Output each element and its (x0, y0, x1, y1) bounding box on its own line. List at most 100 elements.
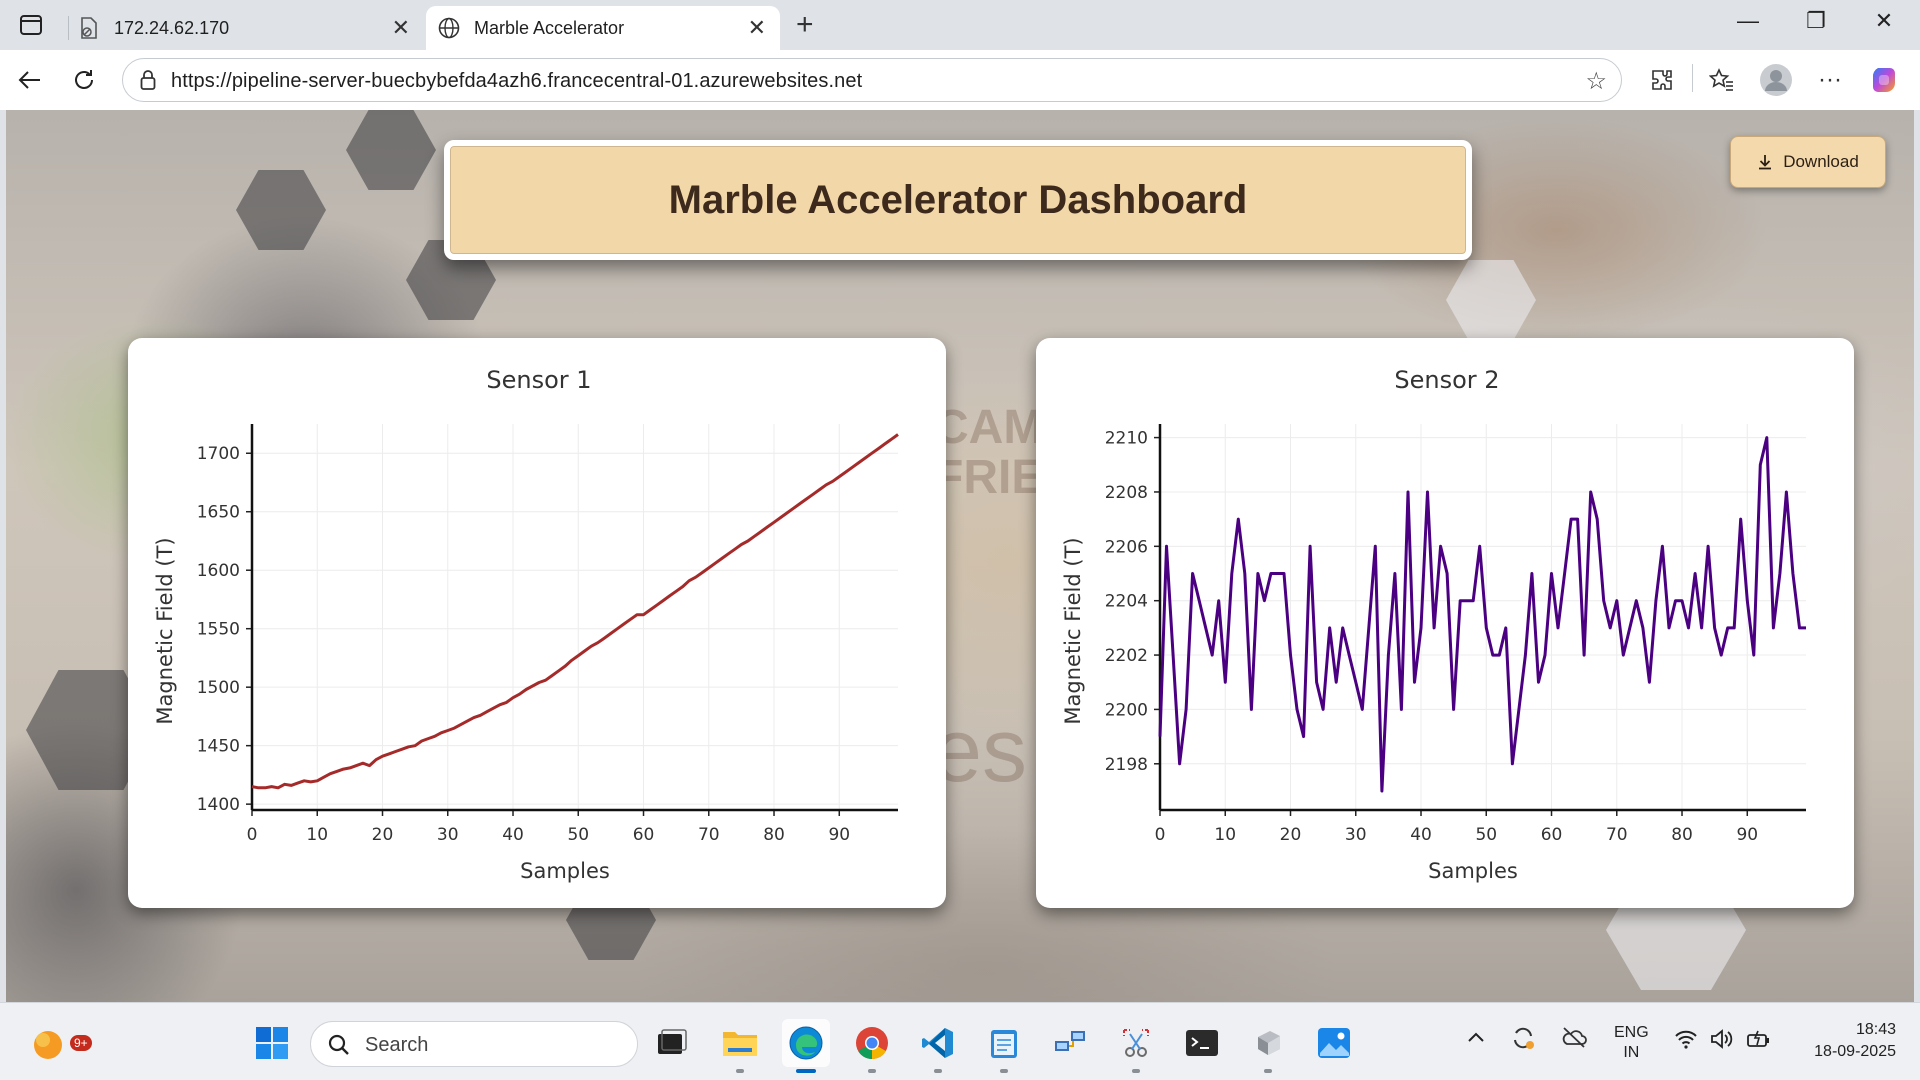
x-axis-label: Samples (1428, 859, 1518, 883)
browser-toolbar: https://pipeline-server-buecbybefda4azh6… (0, 50, 1920, 110)
favorite-star-icon[interactable]: ☆ (1585, 67, 1607, 96)
x-tick-label: 80 (763, 825, 785, 845)
background-hex (346, 110, 436, 190)
close-window-icon[interactable]: ✕ (1854, 8, 1914, 34)
globe-icon (438, 17, 460, 39)
y-tick-label: 1550 (197, 620, 240, 640)
notification-badge: 9+ (70, 1035, 92, 1051)
y-tick-label: 1400 (197, 795, 240, 815)
back-arrow-icon[interactable] (14, 64, 46, 96)
show-hidden-icons-icon[interactable] (1466, 1029, 1486, 1049)
sensor-2-chart-card: Sensor 2 0 10 20 30 40 50 60 70 80 90 2198 2200 2202 2… (1036, 338, 1854, 908)
device-icon[interactable] (1244, 1019, 1292, 1073)
file-explorer-icon[interactable] (716, 1019, 764, 1073)
y-axis-label: Magnetic Field (T) (153, 537, 177, 724)
x-tick-label: 30 (437, 825, 459, 845)
tab-ip-address[interactable]: 172.24.62.170 ✕ (68, 6, 424, 50)
more-options-icon[interactable]: ··· (1814, 64, 1846, 96)
minimize-icon[interactable]: — (1718, 8, 1778, 34)
x-tick-label: 20 (372, 825, 394, 845)
x-tick-label: 60 (1541, 825, 1563, 845)
widgets-icon[interactable]: 9+ (24, 1019, 92, 1067)
profile-avatar-icon[interactable] (1760, 64, 1792, 96)
chrome-icon[interactable] (848, 1019, 896, 1073)
copilot-icon[interactable] (1868, 64, 1900, 96)
x-tick-label: 0 (1155, 825, 1166, 845)
x-tick-label: 70 (698, 825, 720, 845)
y-tick-label: 1450 (197, 737, 240, 757)
close-tab-icon[interactable]: ✕ (392, 15, 410, 41)
taskbar: 9+ Search ENG IN 18:43 18-09-2025 (0, 1002, 1920, 1080)
series-line (1158, 436, 1806, 793)
new-tab-icon[interactable]: + (796, 8, 814, 42)
x-tick-label: 40 (1410, 825, 1432, 845)
close-tab-icon[interactable]: ✕ (748, 15, 766, 41)
snipping-tool-icon[interactable] (1112, 1019, 1160, 1073)
onedrive-offline-icon[interactable] (1560, 1025, 1588, 1054)
system-clock[interactable]: 18:43 18-09-2025 (1814, 1019, 1896, 1063)
tab-title: 172.24.62.170 (114, 17, 230, 38)
y-tick-label: 1600 (197, 561, 240, 581)
dashboard-title-card: Marble Accelerator Dashboard (444, 140, 1472, 260)
chart-title: Sensor 1 (486, 366, 591, 394)
x-tick-label: 70 (1606, 825, 1628, 845)
language-label: ENG (1614, 1024, 1649, 1041)
background-text: FRIE (934, 451, 1044, 504)
y-tick-label: 2204 (1105, 592, 1148, 612)
chart-title: Sensor 2 (1394, 366, 1499, 394)
tab-title: Marble Accelerator (474, 17, 625, 38)
sync-icon[interactable] (1510, 1025, 1536, 1056)
sensor-2-chart: Sensor 2 0 10 20 30 40 50 60 70 80 90 2198 2200 2202 2… (1061, 366, 1806, 883)
y-tick-label: 2198 (1105, 755, 1148, 775)
volume-icon[interactable] (1710, 1028, 1734, 1055)
search-placeholder: Search (365, 1034, 429, 1056)
restore-icon[interactable]: ❐ (1786, 8, 1846, 34)
x-tick-label: 80 (1671, 825, 1693, 845)
tab-marble-accelerator[interactable]: Marble Accelerator ✕ (426, 6, 780, 50)
notepad-icon[interactable] (980, 1019, 1028, 1073)
tab-actions-icon[interactable] (14, 10, 48, 40)
sensor-1-chart-card: Sensor 1 0 10 20 30 40 50 60 70 80 90 1400 1450 1500 1… (128, 338, 946, 908)
clock-date: 18-09-2025 (1814, 1043, 1896, 1060)
wifi-icon[interactable] (1674, 1029, 1698, 1054)
x-tick-label: 40 (502, 825, 524, 845)
x-tick-label: 50 (1475, 825, 1497, 845)
x-tick-label: 60 (633, 825, 655, 845)
y-tick-label: 2202 (1105, 646, 1148, 666)
url-text: https://pipeline-server-buecbybefda4azh6… (171, 70, 863, 92)
x-tick-label: 10 (306, 825, 328, 845)
photos-icon[interactable] (1310, 1019, 1358, 1067)
file-blocked-icon (78, 17, 100, 39)
page-viewport: CAM FRIE es Marble Accelerator Dashboard… (6, 110, 1914, 1002)
extensions-icon[interactable] (1646, 64, 1678, 96)
x-tick-label: 90 (828, 825, 850, 845)
edge-icon[interactable] (782, 1019, 830, 1073)
battery-charging-icon[interactable] (1746, 1027, 1772, 1056)
favorites-icon[interactable] (1706, 64, 1738, 96)
x-tick-label: 30 (1345, 825, 1367, 845)
region-label: IN (1623, 1044, 1640, 1061)
task-view-icon[interactable] (648, 1019, 696, 1067)
y-axis-label: Magnetic Field (T) (1061, 537, 1085, 724)
terminal-icon[interactable] (1178, 1019, 1226, 1067)
sensor-1-chart: Sensor 1 0 10 20 30 40 50 60 70 80 90 1400 1450 1500 1… (153, 366, 899, 883)
background-hex (236, 170, 326, 250)
y-tick-label: 2200 (1105, 700, 1148, 720)
vscode-icon[interactable] (914, 1019, 962, 1073)
download-button[interactable]: Download (1730, 136, 1886, 188)
network-icon[interactable] (1046, 1019, 1094, 1067)
refresh-icon[interactable] (68, 64, 100, 96)
x-tick-label: 20 (1280, 825, 1302, 845)
start-icon[interactable] (248, 1019, 296, 1067)
background-hex (1446, 260, 1536, 340)
x-tick-label: 0 (247, 825, 258, 845)
x-axis-label: Samples (520, 859, 610, 883)
download-label: Download (1783, 152, 1859, 171)
series-line (251, 433, 899, 790)
y-tick-label: 1650 (197, 503, 240, 523)
lock-icon[interactable] (137, 69, 159, 91)
tab-strip: 172.24.62.170 ✕ Marble Accelerator ✕ + —… (0, 0, 1920, 50)
address-bar[interactable]: https://pipeline-server-buecbybefda4azh6… (122, 58, 1622, 102)
language-indicator[interactable]: ENG IN (1614, 1023, 1649, 1063)
taskbar-search[interactable]: Search (310, 1021, 638, 1067)
